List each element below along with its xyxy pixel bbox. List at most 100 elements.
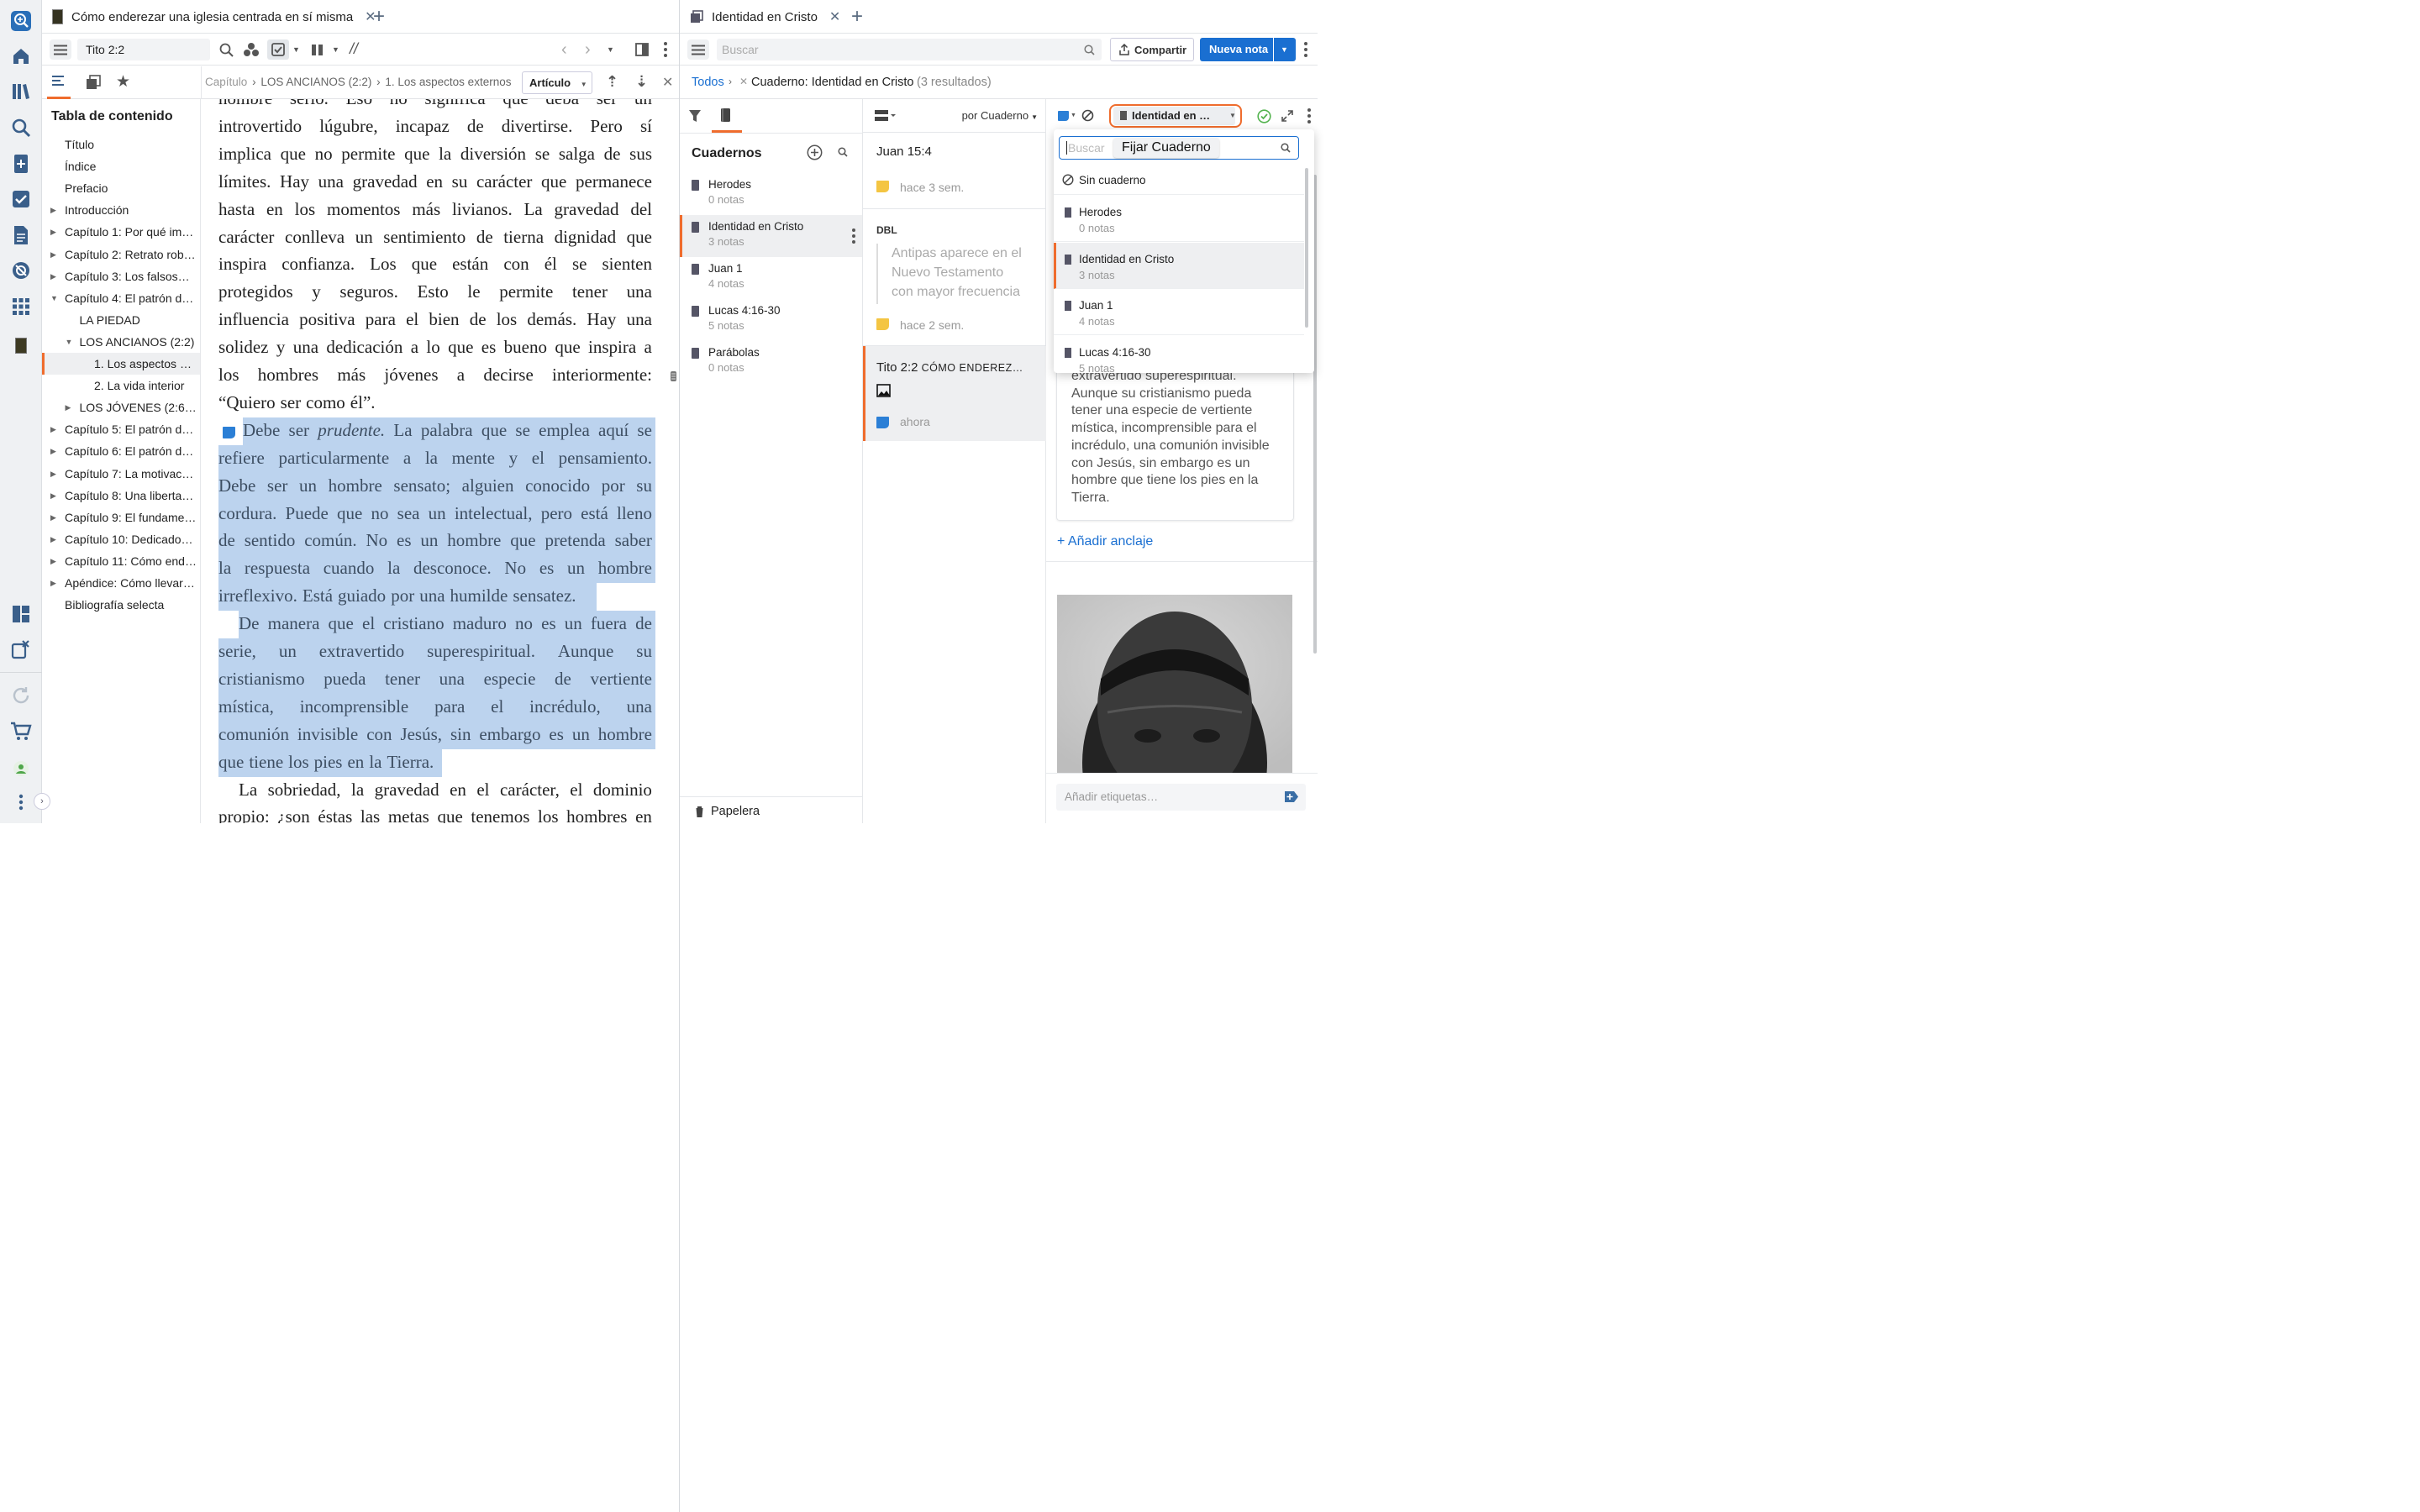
menu-icon[interactable] [50,39,71,60]
add-notebook-icon[interactable] [807,144,823,160]
forward-icon[interactable]: › [585,40,591,60]
toc-item[interactable]: Capítulo 6: El patrón d… [65,440,197,462]
book-tab[interactable]: Cómo enderezar una iglesia centrada en s… [52,0,376,34]
toc-item[interactable]: Capítulo 7: La motivac… [65,463,197,485]
expand-arrow-icon[interactable]: ▶ [50,244,56,265]
breadcrumb-item[interactable]: Capítulo [205,76,247,88]
expand-arrow-icon[interactable]: ▶ [50,463,56,485]
new-tab-button[interactable]: + [373,0,385,34]
note-menu-icon[interactable] [1307,108,1311,123]
close-panels-icon[interactable] [10,638,32,660]
trash-button[interactable]: Papelera [694,805,760,818]
expand-icon[interactable] [1281,110,1293,122]
notebook-menu-icon[interactable] [852,228,855,244]
add-document-icon[interactable] [10,153,32,175]
favorite-star-icon[interactable]: ★ [116,72,130,92]
notes-toggle-icon[interactable] [267,39,289,60]
history-dropdown-icon[interactable]: ▼ [607,45,614,54]
expand-arrow-icon[interactable]: ▶ [50,485,56,507]
next-section-icon[interactable]: ⇣ [635,73,648,91]
sort-select[interactable]: por Cuaderno ▼ [962,109,1038,122]
more-options-icon[interactable] [10,791,32,813]
toc-item[interactable]: LOS JÓVENES (2:6–8) [80,396,198,418]
expand-arrow-icon[interactable]: ▶ [50,572,56,594]
expand-arrow-icon[interactable]: ▶ [50,528,56,550]
note-item[interactable]: Juan 15:4 hace 3 sem. [863,133,1046,209]
toc-icon[interactable] [50,74,66,89]
split-view-icon[interactable] [635,43,649,56]
toc-item[interactable]: LA PIEDAD [80,309,198,331]
new-note-button[interactable]: Nueva nota [1200,38,1273,61]
note-item[interactable]: DBL Antipas aparece en el Nuevo Testamen… [863,210,1046,346]
notes-search-input[interactable]: Buscar [717,39,1102,60]
toc-item[interactable]: Capítulo 5: El patrón d… [65,418,197,440]
previous-section-icon[interactable]: ⇡ [606,73,618,91]
notebook-item[interactable]: Lucas 4:16-30 5 notas [680,299,862,341]
notebook-item[interactable]: Herodes 0 notas [680,173,862,215]
toc-item[interactable]: LOS ANCIANOS (2:2) [80,331,198,353]
chevron-down-icon[interactable]: ▼ [332,45,339,54]
toc-item[interactable]: Capítulo 9: El fundame… [65,507,197,528]
filter-icon[interactable] [688,109,702,123]
toc-item[interactable]: 1. Los aspectos e… [94,353,197,375]
atlas-icon[interactable] [10,260,32,281]
note-quote-card[interactable]: extravertido superespiritual. Aunque su c… [1056,351,1294,521]
panel-menu-icon[interactable] [1304,42,1307,57]
note-marker-icon[interactable] [223,426,235,438]
close-toc-icon[interactable]: ✕ [662,74,673,91]
toc-item[interactable]: Introducción [65,199,197,221]
dropdown-scrollbar[interactable] [1305,168,1308,328]
notes-tab[interactable]: Identidad en Cristo ✕ [690,0,840,34]
notebook-item[interactable]: Juan 1 4 notas [680,257,862,299]
collapse-arrow-icon[interactable]: ▼ [66,331,73,353]
expand-arrow-icon[interactable]: ▶ [50,265,56,287]
notebook-select[interactable]: Identidad en … [1113,107,1235,125]
share-button[interactable]: Compartir [1110,38,1194,61]
expand-arrow-icon[interactable]: ▶ [50,199,56,221]
text-comparison-icon[interactable]: // [350,40,358,58]
sync-icon[interactable] [10,685,32,706]
toc-item[interactable]: 2. La vida interior [94,375,197,396]
visual-filters-icon[interactable] [244,42,259,57]
chevron-down-icon[interactable]: ▼ [292,45,300,54]
toc-item[interactable]: Capítulo 3: Los falsos… [65,265,197,287]
menu-icon[interactable] [687,39,709,60]
dropdown-item-none[interactable]: Sin cuaderno [1054,165,1304,195]
search-icon[interactable] [219,43,234,57]
apps-grid-icon[interactable] [10,296,32,318]
toc-item[interactable]: Prefacio [65,177,197,199]
new-note-dropdown-icon[interactable]: ▼ [1274,38,1296,61]
breadcrumb-all-link[interactable]: Todos [692,76,724,89]
toc-item[interactable]: Capítulo 4: El patrón d… [65,287,197,309]
dropdown-notebook-item[interactable]: Lucas 4:16-30 5 notas [1054,336,1304,373]
add-tag-icon[interactable] [1284,790,1299,803]
close-tab-icon[interactable]: ✕ [829,8,840,25]
view-mode-select[interactable]: Artículo ▼ [522,71,592,94]
back-icon[interactable]: ‹ [561,40,567,60]
toc-item[interactable]: Bibliografía selecta [65,594,197,616]
no-notebook-icon[interactable] [1081,109,1094,122]
toc-item[interactable]: Capítulo 8: Una liberta… [65,485,197,507]
breadcrumb-item[interactable]: LOS ANCIANOS (2:2) [260,76,371,88]
note-item-selected[interactable]: Tito 2:2 CÓMO ENDEREZ… ahora [863,346,1046,441]
expand-arrow-icon[interactable]: ▶ [50,550,56,572]
parallel-resources-icon[interactable] [311,44,324,56]
expand-arrow-icon[interactable]: ▶ [50,418,56,440]
breadcrumb-item[interactable]: 1. Los aspectos externos [385,76,511,88]
notebook-item[interactable]: Parábolas 0 notas [680,341,862,383]
book-text[interactable]: hombreserio.Esonosignificaquedebaserun in… [201,99,668,823]
reference-box[interactable]: Tito 2:2 [77,39,210,60]
breadcrumb[interactable]: Capítulo › LOS ANCIANOS (2:2) › 1. Los a… [205,76,511,88]
note-image[interactable] [1057,595,1292,773]
library-icon[interactable] [10,81,32,102]
panel-menu-icon[interactable] [664,42,667,57]
scrollbar-handle[interactable] [670,370,677,383]
chevron-down-icon[interactable]: ▼ [1071,113,1076,118]
expand-arrow-icon[interactable]: ▶ [50,507,56,528]
home-icon[interactable] [10,45,32,67]
cart-icon[interactable] [10,721,32,743]
highlight-style-icon[interactable] [1058,111,1069,121]
notebook-item[interactable]: Identidad en Cristo 3 notas [680,215,862,257]
expand-arrow-icon[interactable]: ▶ [50,440,56,462]
copies-icon[interactable] [86,75,101,90]
